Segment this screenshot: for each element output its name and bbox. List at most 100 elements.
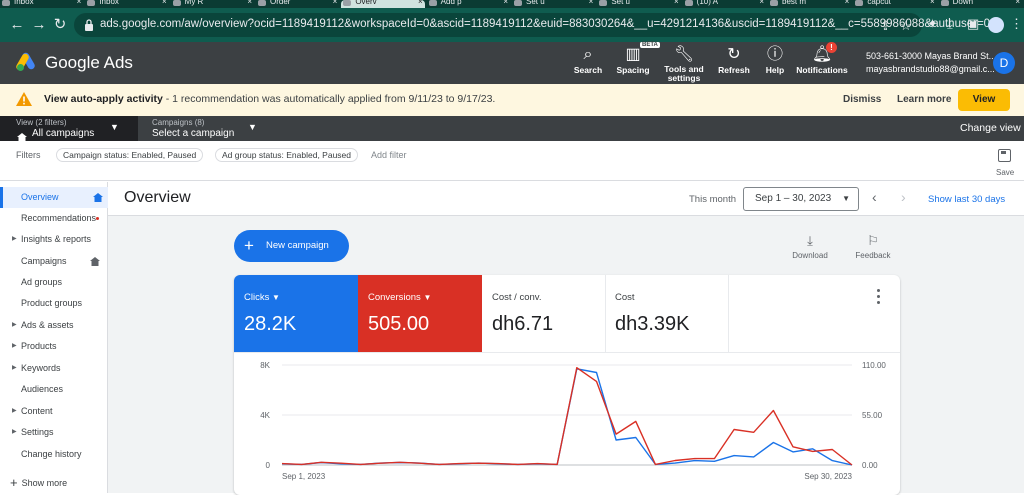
expand-arrow-icon: ▶ [12,408,17,414]
browser-tab[interactable]: Add p × [427,0,510,8]
ads-title: Google Ads [45,53,133,72]
account-email[interactable]: mayasbrandstudio88@gmail.c... [866,64,995,74]
close-icon[interactable]: × [674,0,679,6]
close-icon[interactable]: × [77,0,82,6]
expand-arrow-icon: ▶ [12,429,17,435]
close-icon[interactable]: × [162,0,167,6]
browser-tab[interactable]: Down × [939,0,1022,8]
tab-favicon-icon [599,0,608,6]
learn-more-button[interactable]: Learn more [897,94,951,105]
tab-favicon-icon [2,0,10,6]
search-button[interactable]: ⌕ Search [570,45,606,75]
tab-title: Order [270,0,291,6]
chevron-right-icon[interactable]: › [901,189,906,205]
new-campaign-button[interactable]: + New campaign [234,230,349,262]
close-icon[interactable]: × [1015,0,1020,6]
metric-conversions[interactable]: Conversions ▼ 505.00 [358,275,482,353]
view-selector[interactable]: View (2 filters) All campaigns ▼ [0,116,138,142]
filter-chip-campaign-status[interactable]: Campaign status: Enabled, Paused [56,148,204,162]
download-icon[interactable]: ⤓ [947,17,953,31]
help-button[interactable]: ⓘ Help [761,45,789,75]
browser-tab[interactable]: Set u × [597,0,680,8]
tab-favicon-icon [428,0,437,6]
campaign-selector[interactable]: Campaigns (8) Select a campaign ▼ [138,116,268,141]
spacing-button[interactable]: ▥ Spacing [612,45,654,75]
sidebar-item-overview[interactable]: Overview [0,187,108,208]
browser-tab[interactable]: Order × [256,0,339,8]
avatar[interactable]: D [993,52,1015,74]
browser-tab[interactable]: My R × [171,0,254,8]
browser-tab[interactable]: Set u × [512,0,595,8]
close-icon[interactable]: × [845,0,850,6]
close-icon[interactable]: × [333,0,338,6]
share-icon[interactable]: ⇪ [880,18,891,34]
show-last-30-days-link[interactable]: Show last 30 days [928,194,1005,205]
save-icon[interactable] [998,149,1011,162]
close-icon[interactable]: × [930,0,935,6]
sidebar-item-keywords[interactable]: ▶ Keywords [0,358,108,379]
sidebar-item-change-history[interactable]: Change history [0,444,108,465]
browser-toolbar: ← → ↻ ads.google.com/aw/overview?ocid=11… [0,8,1024,42]
browser-tab[interactable]: Overv × [341,0,425,8]
sidebar-item-products[interactable]: ▶ Products [0,336,108,357]
show-more-button[interactable]: + Show more [10,475,67,490]
auto-apply-link[interactable]: View auto-apply activity [44,93,163,105]
view-button[interactable]: View [958,89,1010,111]
browser-profile-avatar[interactable] [988,17,1004,33]
save-label: Save [996,168,1015,177]
sidebar-item-ads-assets[interactable]: ▶ Ads & assets [0,315,108,336]
close-icon[interactable]: × [589,0,594,6]
feedback-button[interactable]: ⚐ Feedback [848,233,898,260]
sidebar: Overview Recommendations ▶ Insights & re… [0,182,108,493]
close-icon[interactable]: × [503,0,508,6]
feedback-icon: ⚐ [867,233,879,248]
address-bar[interactable]: ads.google.com/aw/overview?ocid=11894191… [74,13,990,37]
more-options-icon[interactable] [876,289,882,305]
metric-clicks[interactable]: Clicks ▼ 28.2K [234,275,358,353]
download-button[interactable]: ⤓ Download [785,233,835,260]
metric-cost-per-conv[interactable]: Cost / conv. dh6.71 [482,275,606,353]
sidebar-item-content[interactable]: ▶ Content [0,401,108,422]
notifications-button[interactable]: 🔔︎ Notifications [796,45,848,75]
tab-favicon-icon [172,0,181,6]
browser-menu-icon[interactable]: ⋮ [1010,17,1023,31]
browser-tab[interactable]: best m × [768,0,851,8]
browser-tab[interactable]: Inbox × [85,0,168,8]
browser-tab[interactable]: capcut × [853,0,936,8]
change-view-button[interactable]: Change view [960,122,1021,134]
close-icon[interactable]: × [247,0,252,6]
account-name[interactable]: 503-661-3000 Mayas Brand St... [866,51,996,61]
tools-settings-button[interactable]: 🔧︎ Tools and settings [660,45,708,83]
date-range-select[interactable]: Sep 1 – 30, 2023 ▼ [743,187,859,211]
filter-chip-ad-group-status[interactable]: Ad group status: Enabled, Paused [215,148,359,162]
extensions-icon[interactable]: ✦ [927,17,938,31]
add-filter-button[interactable]: Add filter [371,150,407,160]
chevron-left-icon[interactable]: ‹ [872,189,877,205]
browser-tab[interactable]: Inbox × [0,0,83,8]
browser-tab[interactable]: (10) A × [683,0,766,8]
sidebar-item-ad-groups[interactable]: Ad groups [0,272,108,293]
sidebar-item-product-groups[interactable]: Product groups [0,293,108,314]
expand-arrow-icon: ▶ [12,343,17,349]
tab-favicon-icon [343,0,352,6]
back-icon[interactable]: ← [8,16,26,34]
bookmark-star-icon[interactable]: ☆ [900,18,912,34]
forward-icon[interactable]: → [30,16,48,34]
dropdown-caret-icon: ▼ [271,293,280,302]
sidebar-item-recommendations[interactable]: Recommendations [0,208,108,229]
close-icon[interactable]: × [418,0,423,6]
sidebar-item-campaigns[interactable]: Campaigns [0,251,108,272]
tab-title: Down [952,0,974,6]
overview-header: Overview This month Sep 1 – 30, 2023 ▼ ‹… [108,182,1024,216]
sidebar-item-insights[interactable]: ▶ Insights & reports [0,229,108,250]
reload-icon[interactable]: ↻ [51,16,69,34]
refresh-button[interactable]: ↻ Refresh [716,45,752,75]
metric-cost[interactable]: Cost dh3.39K [605,275,729,353]
main-content: Overview This month Sep 1 – 30, 2023 ▼ ‹… [108,182,1024,495]
sidebar-item-settings[interactable]: ▶ Settings [0,422,108,443]
sidebar-item-audiences[interactable]: Audiences [0,379,108,400]
close-icon[interactable]: × [759,0,764,6]
dismiss-button[interactable]: Dismiss [843,94,881,105]
expand-arrow-icon: ▶ [12,365,17,371]
sidepanel-icon[interactable]: ▣ [967,17,979,31]
